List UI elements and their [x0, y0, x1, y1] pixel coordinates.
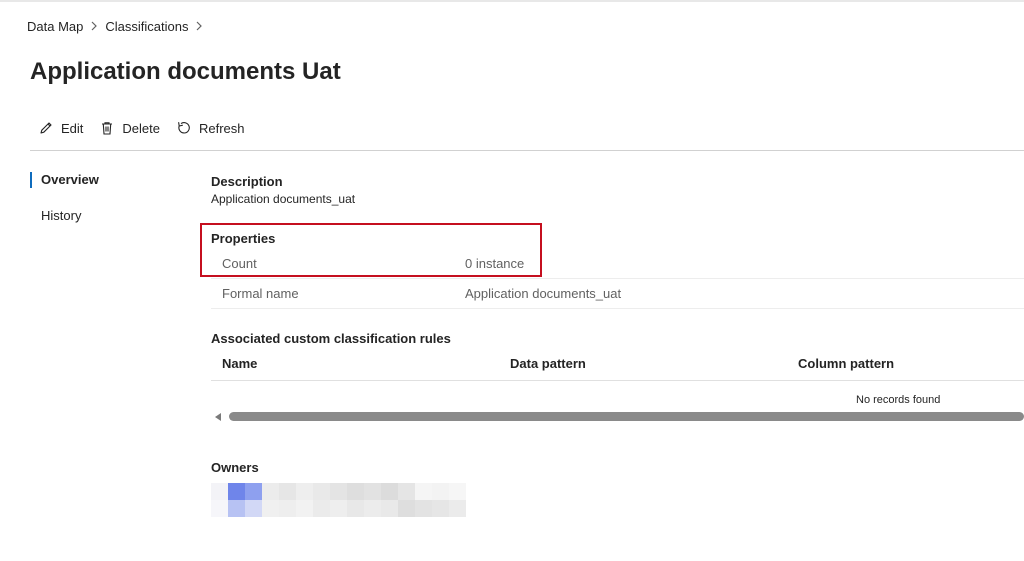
property-key: Formal name	[222, 285, 299, 301]
toolbar-divider	[30, 150, 1024, 151]
owners-redacted-image	[211, 483, 467, 519]
page-title: Application documents Uat	[30, 58, 341, 85]
breadcrumb-classifications[interactable]: Classifications	[105, 19, 188, 34]
properties-label: Properties	[211, 231, 276, 246]
rules-table-header: Name Data pattern Column pattern	[211, 352, 1024, 381]
nav-history[interactable]: History	[30, 204, 170, 228]
column-header-name[interactable]: Name	[222, 356, 257, 371]
property-key: Count	[222, 255, 257, 271]
top-strip	[0, 0, 1024, 2]
breadcrumb: Data Map Classifications	[27, 17, 210, 35]
refresh-button[interactable]: Refresh	[175, 117, 245, 139]
refresh-label: Refresh	[198, 120, 245, 136]
scrollbar-thumb[interactable]	[229, 412, 1024, 421]
delete-button[interactable]: Delete	[98, 117, 160, 139]
breadcrumb-data-map[interactable]: Data Map	[27, 19, 83, 34]
property-row-count: Count 0 instance	[211, 248, 1024, 279]
nav-overview[interactable]: Overview	[30, 168, 170, 192]
property-row-formal-name: Formal name Application documents_uat	[211, 278, 1024, 309]
empty-state-text: No records found	[856, 394, 941, 406]
chevron-right-icon	[90, 21, 98, 31]
rules-label: Associated custom classification rules	[211, 331, 451, 346]
toolbar: Edit Delete Refresh	[37, 117, 260, 139]
description-section: Description Application documents_uat	[211, 174, 355, 206]
pencil-icon	[37, 119, 55, 137]
scroll-left-arrow-icon[interactable]	[215, 413, 221, 421]
edit-button[interactable]: Edit	[37, 117, 83, 139]
owners-label: Owners	[211, 460, 259, 475]
horizontal-scrollbar[interactable]	[215, 412, 1024, 422]
edit-label: Edit	[61, 120, 84, 136]
property-value: Application documents_uat	[465, 285, 622, 301]
column-header-column-pattern[interactable]: Column pattern	[798, 356, 894, 371]
left-nav: Overview History	[30, 168, 170, 240]
column-header-data-pattern[interactable]: Data pattern	[510, 356, 586, 371]
trash-icon	[98, 119, 116, 137]
refresh-icon	[175, 119, 193, 137]
description-value: Application documents_uat	[211, 192, 356, 206]
delete-label: Delete	[122, 120, 160, 136]
description-label: Description	[211, 174, 283, 189]
property-value: 0 instance	[465, 255, 525, 271]
chevron-right-icon	[195, 21, 203, 31]
